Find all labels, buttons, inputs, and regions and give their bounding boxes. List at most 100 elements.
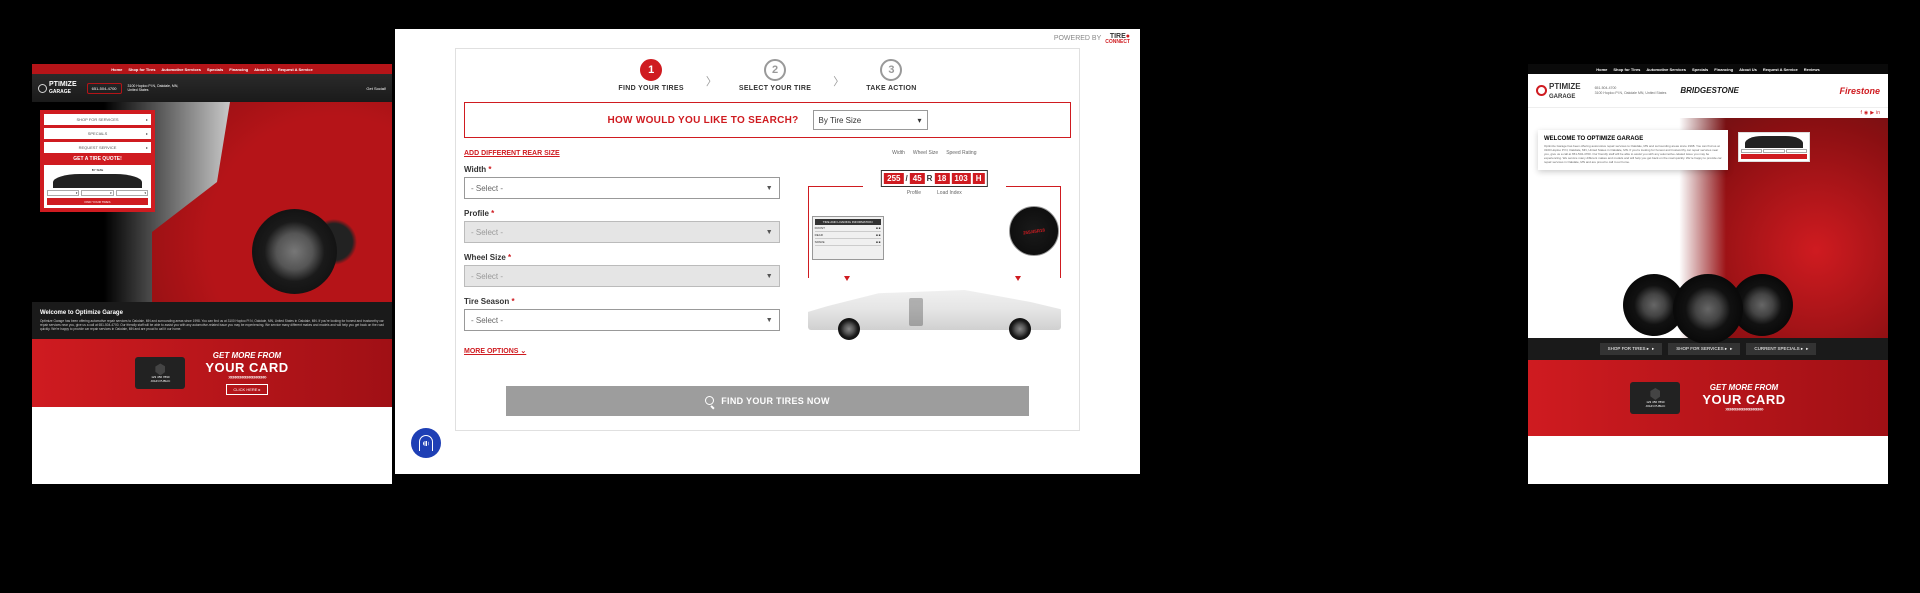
nav-request[interactable]: Request A Service: [1763, 67, 1798, 72]
wheel-size-label: Wheel Size *: [464, 253, 780, 262]
step-2-label: SELECT YOUR TIRE: [739, 85, 811, 92]
progress-steps: 1 FIND YOUR TIRES 〉 2 SELECT YOUR TIRE 〉…: [456, 49, 1079, 102]
step-arrow-icon: 〉: [706, 73, 717, 89]
diagram-line: [1060, 186, 1061, 278]
quote-tab[interactable]: BY SIZE: [47, 168, 148, 172]
left-welcome-section: Welcome to Optimize Garage Optimize Gara…: [32, 302, 392, 339]
step-1-label: FIND YOUR TIRES: [618, 85, 683, 92]
more-options-link[interactable]: MORE OPTIONS ⌄: [464, 347, 526, 355]
diagram-line: [808, 186, 809, 278]
right-site-preview: Home Shop for Tires Automotive Services …: [1528, 64, 1888, 484]
quote-select-1[interactable]: [47, 190, 79, 196]
profile-field: Profile * - Select -▼: [464, 209, 780, 243]
wheel-size-select[interactable]: - Select -▼: [464, 265, 780, 287]
form-fields-column: ADD DIFFERENT REAR SIZE Width * - Select…: [464, 150, 780, 356]
promo-click-here-button[interactable]: CLICK HERE ▸: [226, 384, 267, 395]
diagram-sub-labels: Profile Load Index: [907, 190, 962, 196]
nav-reviews[interactable]: Reviews: [1804, 67, 1820, 72]
tire-finder-widget: POWERED BY TIRE● CONNECT 1 FIND YOUR TIR…: [395, 29, 1140, 474]
find-tires-button[interactable]: FIND YOUR TIRES NOW: [506, 386, 1029, 416]
cta-specials[interactable]: CURRENT SPECIALS ▸: [1746, 343, 1816, 355]
step-2-circle: 2: [764, 59, 786, 81]
cta-shop-tires[interactable]: SHOP FOR TIRES ▸: [1600, 343, 1663, 355]
fingerprint-icon: [419, 435, 433, 451]
instagram-icon[interactable]: ◉: [1864, 110, 1868, 116]
nav-financing[interactable]: Financing: [229, 67, 248, 72]
cta-shop-services[interactable]: SHOP FOR SERVICES ▸: [1668, 343, 1740, 355]
nav-shop-tires[interactable]: Shop for Tires: [1613, 67, 1640, 72]
step-arrow-icon: 〉: [833, 73, 844, 89]
search-mode-select[interactable]: By Tire Size▾: [813, 110, 928, 130]
add-rear-size-link[interactable]: ADD DIFFERENT REAR SIZE: [464, 150, 780, 157]
mini-quote-widget: [1738, 132, 1810, 162]
step-3: 3 TAKE ACTION: [866, 59, 916, 92]
header-address: 3100 Hoploo Pl N, Oakdale MN, United Sta…: [1595, 91, 1667, 95]
left-header: PTIMIZEGARAGE 651-504-4700 3100 Hoploo P…: [32, 74, 392, 102]
nav-request[interactable]: Request A Service: [278, 67, 313, 72]
profile-label: Profile *: [464, 209, 780, 218]
nav-about[interactable]: About Us: [254, 67, 272, 72]
step-3-circle: 3: [880, 59, 902, 81]
header-phone[interactable]: 651-504-4700: [1595, 86, 1667, 90]
chevron-down-icon: ▼: [766, 185, 773, 192]
mini-select[interactable]: [1741, 149, 1762, 153]
youtube-icon[interactable]: ▶: [1870, 110, 1874, 116]
mini-select[interactable]: [1786, 149, 1807, 153]
search-icon: [705, 396, 715, 406]
quote-find-button[interactable]: FIND YOUR TIRES: [47, 198, 148, 205]
nav-services[interactable]: Automotive Services: [1646, 67, 1686, 72]
logo-ring-icon: [38, 84, 47, 93]
sidewall-zoom-image: 255/45R18: [1009, 206, 1059, 256]
tire-season-select[interactable]: - Select -▼: [464, 309, 780, 331]
quote-car-icon: [53, 174, 142, 188]
nav-home[interactable]: Home: [1596, 67, 1607, 72]
right-topnav: Home Shop for Tires Automotive Services …: [1528, 64, 1888, 74]
diagram-line: [1006, 186, 1061, 187]
header-social-label: Get Social!: [366, 86, 386, 91]
tire-season-field: Tire Season * - Select -▼: [464, 297, 780, 331]
diagram-line: [808, 186, 863, 187]
width-field: Width * - Select -▼: [464, 165, 780, 199]
left-topnav: Home Shop for Tires Automotive Services …: [32, 64, 392, 74]
linkedin-icon[interactable]: in: [1876, 110, 1880, 116]
sidebar-btn-services[interactable]: SHOP FOR SERVICES: [44, 114, 151, 125]
welcome-heading: Welcome to Optimize Garage: [40, 310, 384, 316]
welcome-card: WELCOME TO OPTIMIZE GARAGE Optimize Gara…: [1538, 130, 1728, 170]
right-promo-banner: 123 456 7890 JOHN PUBLIC GET MORE FROM Y…: [1528, 360, 1888, 436]
nav-about[interactable]: About Us: [1739, 67, 1757, 72]
width-select[interactable]: - Select -▼: [464, 177, 780, 199]
mini-select[interactable]: [1763, 149, 1784, 153]
nav-financing[interactable]: Financing: [1714, 67, 1733, 72]
welcome-body: Optimize Garage has been offering automo…: [40, 319, 384, 331]
facebook-icon[interactable]: f: [1860, 110, 1861, 116]
social-icons[interactable]: f ◉ ▶ in: [1860, 110, 1880, 116]
nav-specials[interactable]: Specials: [207, 67, 223, 72]
nav-specials[interactable]: Specials: [1692, 67, 1708, 72]
header-address: 3100 Hoploo Pl N, Oakdale, MN, United St…: [128, 84, 188, 92]
nav-shop-tires[interactable]: Shop for Tires: [128, 67, 155, 72]
right-logo[interactable]: PTIMIZEGARAGE: [1536, 82, 1581, 100]
search-mode-label: HOW WOULD YOU LIKE TO SEARCH?: [607, 115, 798, 126]
quote-car-icon: [1745, 136, 1803, 148]
profile-select[interactable]: - Select -▼: [464, 221, 780, 243]
mini-find-button[interactable]: [1741, 154, 1807, 159]
accessibility-fab-button[interactable]: [411, 428, 441, 458]
welcome-heading: WELCOME TO OPTIMIZE GARAGE: [1544, 136, 1722, 142]
brand-firestone: Firestone: [1839, 86, 1880, 96]
brand-bridgestone: BRIDGESTONE: [1680, 86, 1739, 95]
left-site-preview: Home Shop for Tires Automotive Services …: [32, 64, 392, 484]
step-1-circle: 1: [640, 59, 662, 81]
nav-services[interactable]: Automotive Services: [161, 67, 201, 72]
door-placard-image: TIRE AND LOADING INFORMATION FRONT■ ■ RE…: [812, 216, 884, 260]
header-phone[interactable]: 651-504-4700: [87, 83, 122, 94]
car-silhouette-image: [808, 278, 1061, 340]
tire-code-display: 255 / 45 R 18 103 H: [881, 170, 987, 187]
quote-select-2[interactable]: [81, 190, 113, 196]
chevron-down-icon: ▼: [766, 317, 773, 324]
sidebar-btn-request[interactable]: REQUEST SERVICE: [44, 142, 151, 153]
tire-size-diagram: Width Wheel Size Speed Rating 255 / 45 R…: [798, 150, 1071, 356]
quote-select-3[interactable]: [116, 190, 148, 196]
left-logo[interactable]: PTIMIZEGARAGE: [38, 81, 77, 95]
sidebar-btn-specials[interactable]: SPECIALS: [44, 128, 151, 139]
nav-home[interactable]: Home: [111, 67, 122, 72]
